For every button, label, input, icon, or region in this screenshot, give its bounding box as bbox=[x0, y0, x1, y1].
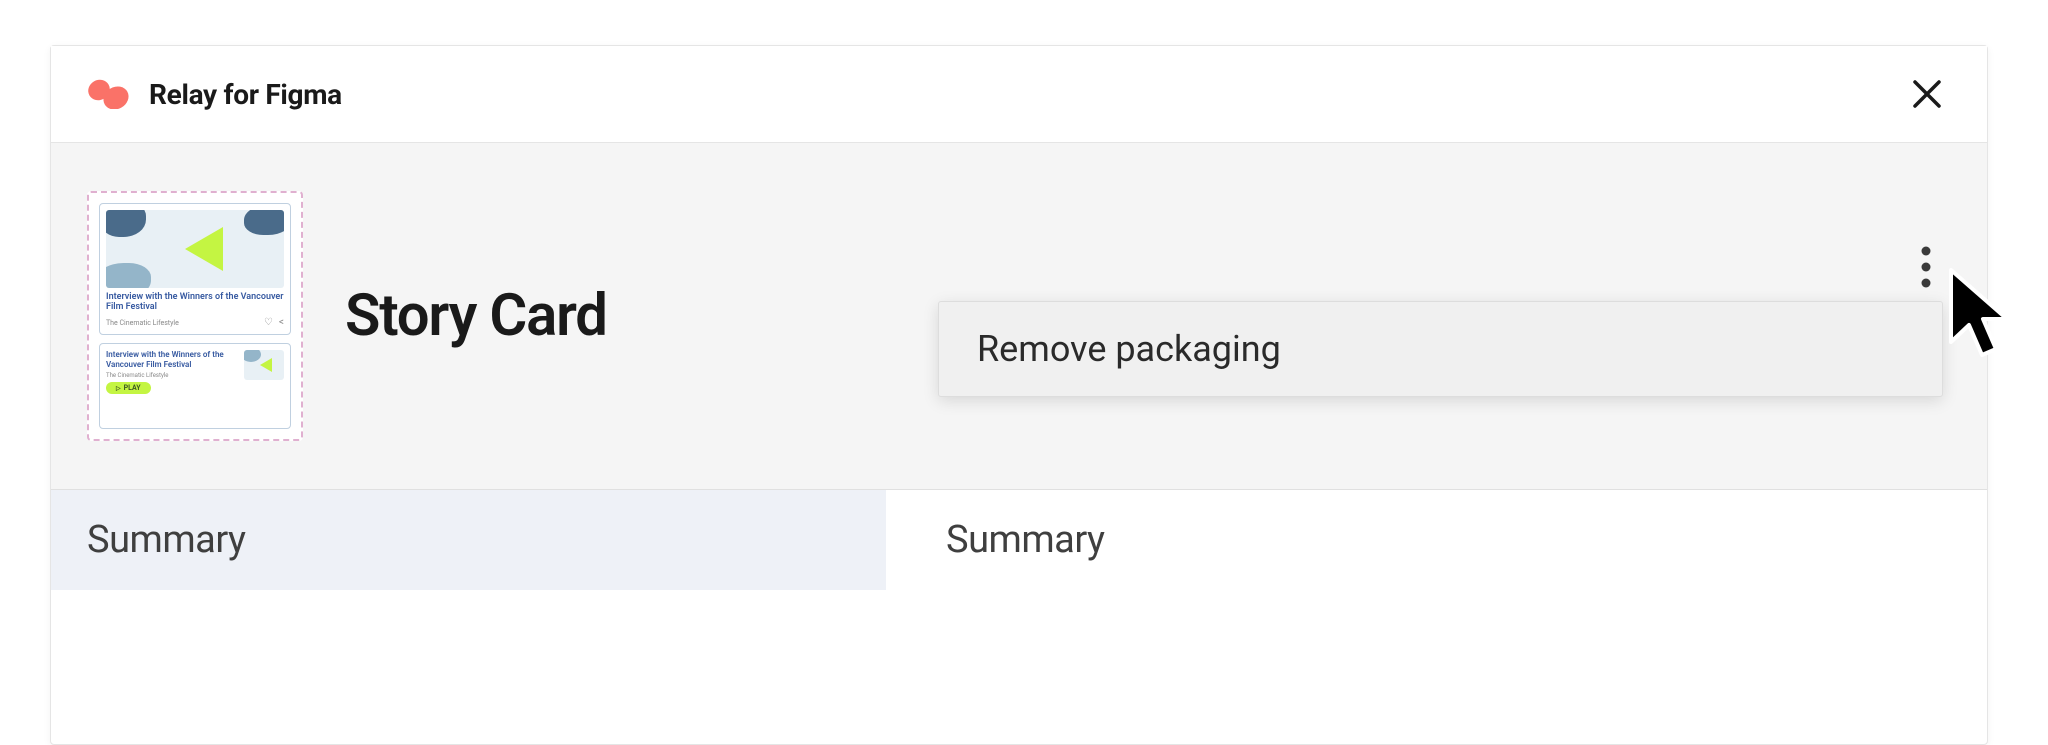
component-header: Interview with the Winners of the Vancou… bbox=[51, 143, 1987, 489]
thumbnail-subline: The Cinematic Lifestyle bbox=[106, 319, 179, 327]
header-bar: Relay for Figma bbox=[51, 46, 1987, 143]
thumbnail-image-area bbox=[106, 210, 284, 288]
play-icon bbox=[260, 358, 272, 372]
thumbnail-headline: Interview with the Winners of the Vancou… bbox=[106, 292, 284, 314]
component-title: Story Card bbox=[345, 282, 607, 350]
main-area: Interview with the Winners of the Vancou… bbox=[51, 143, 1987, 590]
component-thumbnail: Interview with the Winners of the Vancou… bbox=[87, 191, 303, 441]
share-icon: < bbox=[279, 317, 284, 328]
thumbnail-small-image bbox=[244, 350, 284, 380]
thumbnail-small-headline: Interview with the Winners of the Vancou… bbox=[106, 350, 238, 369]
close-button[interactable] bbox=[1903, 70, 1951, 118]
thumbnail-play-button: ▷ PLAY bbox=[106, 382, 151, 394]
relay-logo-icon bbox=[87, 79, 131, 109]
play-icon bbox=[185, 227, 223, 271]
heart-icon: ♡ bbox=[264, 317, 273, 328]
tab-summary-left[interactable]: Summary bbox=[51, 490, 886, 590]
more-vertical-icon bbox=[1919, 245, 1933, 289]
thumbnail-card-large: Interview with the Winners of the Vancou… bbox=[99, 203, 291, 335]
plugin-title: Relay for Figma bbox=[149, 78, 342, 111]
thumbnail-small-subline: The Cinematic Lifestyle bbox=[106, 372, 238, 379]
thumbnail-action-icons: ♡ < bbox=[264, 317, 284, 328]
menu-item-remove-packaging[interactable]: Remove packaging bbox=[939, 302, 1942, 396]
more-options-button[interactable] bbox=[1911, 237, 1941, 301]
plugin-window: Relay for Figma Interview with bbox=[50, 45, 1988, 745]
thumbnail-card-small: Interview with the Winners of the Vancou… bbox=[99, 343, 291, 429]
cursor-icon bbox=[1945, 267, 2023, 376]
header-left: Relay for Figma bbox=[87, 78, 342, 111]
tab-summary-right[interactable]: Summary bbox=[886, 490, 1987, 590]
tabs-row: Summary Summary bbox=[51, 489, 1987, 590]
close-icon bbox=[1911, 78, 1943, 110]
dropdown-menu: Remove packaging bbox=[938, 301, 1943, 397]
